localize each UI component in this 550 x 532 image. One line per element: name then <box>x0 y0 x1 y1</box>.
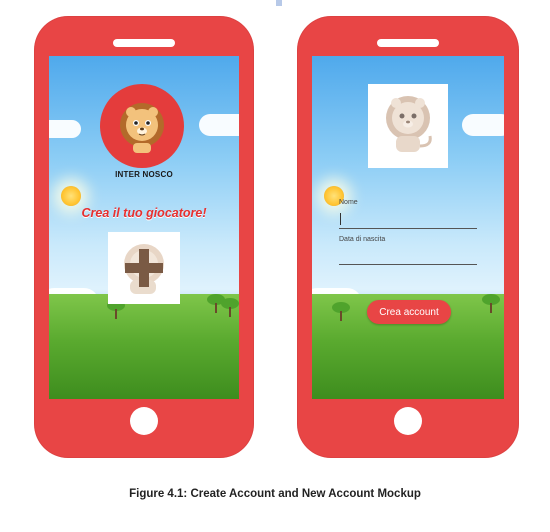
sun <box>61 186 81 206</box>
top-marker <box>276 0 282 6</box>
phone-create-player: INTER NOSCO Crea il tuo giocatore! <box>34 16 254 458</box>
cloud <box>462 114 504 136</box>
grass <box>49 294 239 399</box>
add-avatar-icon <box>124 244 164 294</box>
create-player-heading: Crea il tuo giocatore! <box>81 206 207 220</box>
text-cursor <box>340 213 341 225</box>
cloud <box>199 114 239 136</box>
lion-logo-icon <box>100 84 184 168</box>
home-button[interactable] <box>394 407 422 435</box>
screen-create-player: INTER NOSCO Crea il tuo giocatore! <box>49 56 239 399</box>
birthdate-label: Data di nascita <box>339 236 386 243</box>
lion-avatar[interactable] <box>368 84 448 168</box>
app-name: INTER NOSCO <box>115 170 173 179</box>
add-avatar-button[interactable] <box>108 232 180 304</box>
cloud <box>49 120 81 138</box>
phone-speaker <box>113 39 175 47</box>
name-label: Nome <box>339 199 358 206</box>
name-input[interactable] <box>339 228 477 229</box>
screen-new-account: Nome Data di nascita Crea account <box>312 56 504 399</box>
home-button[interactable] <box>130 407 158 435</box>
phone-new-account: Nome Data di nascita Crea account <box>297 16 519 458</box>
figure-caption: Figure 4.1: Create Account and New Accou… <box>129 488 421 500</box>
phone-speaker <box>377 39 439 47</box>
birthdate-input[interactable] <box>339 264 477 265</box>
lion-avatar-icon <box>386 96 432 152</box>
create-account-button[interactable]: Crea account <box>367 300 451 324</box>
